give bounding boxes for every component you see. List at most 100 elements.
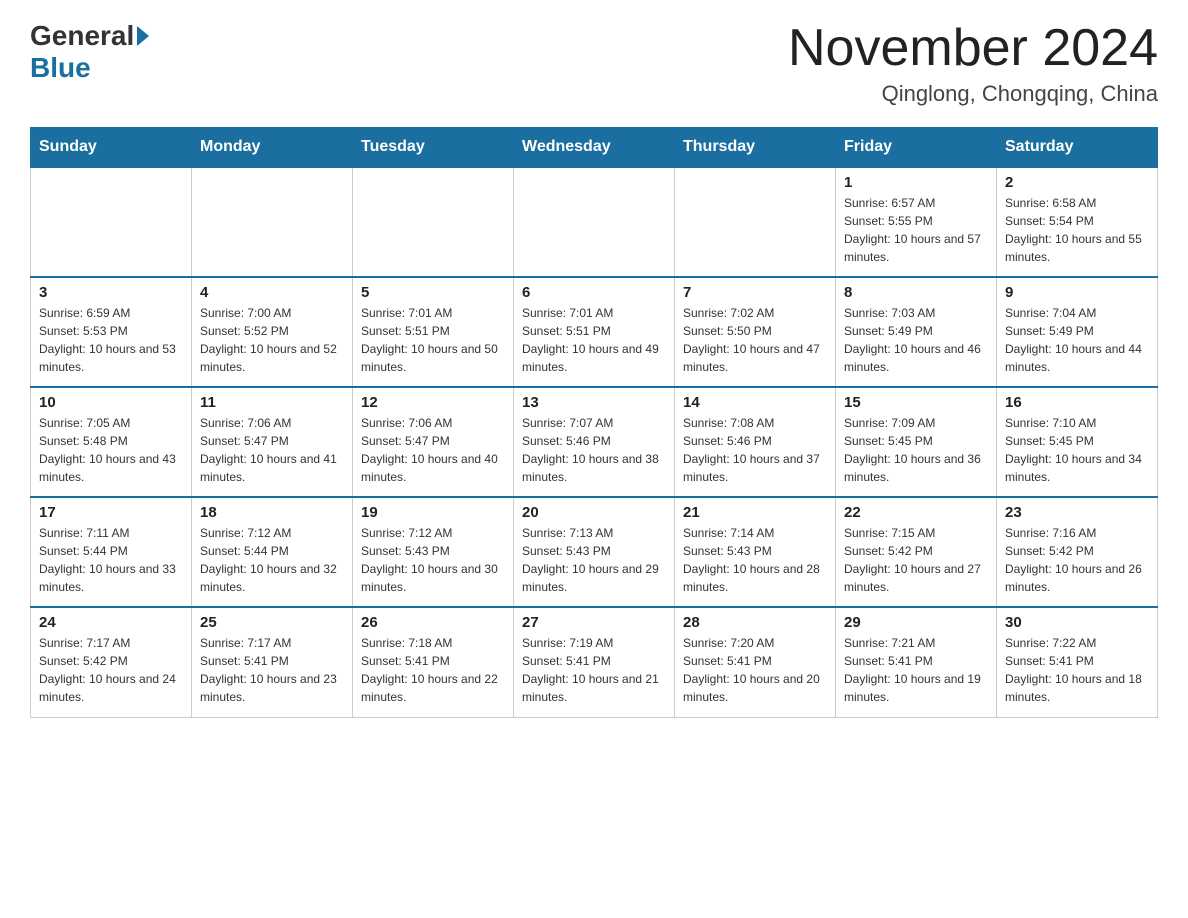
calendar-week-row: 10 Sunrise: 7:05 AMSunset: 5:48 PMDayligh… [31, 387, 1158, 497]
day-number: 29 [844, 614, 988, 631]
calendar-cell: 15 Sunrise: 7:09 AMSunset: 5:45 PMDayligh… [836, 387, 997, 497]
calendar-cell: 28 Sunrise: 7:20 AMSunset: 5:41 PMDayligh… [675, 607, 836, 717]
calendar-cell: 17 Sunrise: 7:11 AMSunset: 5:44 PMDayligh… [31, 497, 192, 607]
calendar-cell: 9Sunrise: 7:04 AMSunset: 5:49 PMDaylight… [997, 277, 1158, 387]
calendar-cell [31, 167, 192, 277]
day-info: Sunrise: 6:58 AMSunset: 5:54 PMDaylight:… [1005, 194, 1149, 266]
day-info: Sunrise: 7:22 AMSunset: 5:41 PMDaylight:… [1005, 634, 1149, 706]
day-number: 21 [683, 504, 827, 521]
day-info: Sunrise: 7:14 AMSunset: 5:43 PMDaylight:… [683, 524, 827, 596]
day-number: 25 [200, 614, 344, 631]
calendar-cell: 8 Sunrise: 7:03 AMSunset: 5:49 PMDaylight… [836, 277, 997, 387]
day-info: Sunrise: 7:17 AMSunset: 5:42 PMDaylight:… [39, 634, 183, 706]
day-info: Sunrise: 7:08 AMSunset: 5:46 PMDaylight:… [683, 414, 827, 486]
calendar-cell: 24 Sunrise: 7:17 AMSunset: 5:42 PMDayligh… [31, 607, 192, 717]
calendar-cell [192, 167, 353, 277]
day-info: Sunrise: 7:04 AMSunset: 5:49 PMDaylight:… [1005, 304, 1149, 376]
page-header: General Blue November 2024 Qinglong, Cho… [30, 20, 1158, 107]
day-number: 19 [361, 504, 505, 521]
calendar-cell: 20Sunrise: 7:13 AMSunset: 5:43 PMDayligh… [514, 497, 675, 607]
title-block: November 2024 Qinglong, Chongqing, China [788, 20, 1158, 107]
day-info: Sunrise: 7:18 AMSunset: 5:41 PMDaylight:… [361, 634, 505, 706]
day-info: Sunrise: 7:12 AMSunset: 5:44 PMDaylight:… [200, 524, 344, 596]
month-title: November 2024 [788, 20, 1158, 77]
day-number: 4 [200, 284, 344, 301]
calendar-cell: 22 Sunrise: 7:15 AMSunset: 5:42 PMDayligh… [836, 497, 997, 607]
day-number: 7 [683, 284, 827, 301]
calendar-cell: 5Sunrise: 7:01 AMSunset: 5:51 PMDaylight… [353, 277, 514, 387]
day-number: 28 [683, 614, 827, 631]
calendar-cell [353, 167, 514, 277]
calendar-cell: 26 Sunrise: 7:18 AMSunset: 5:41 PMDayligh… [353, 607, 514, 717]
calendar-cell: 6Sunrise: 7:01 AMSunset: 5:51 PMDaylight… [514, 277, 675, 387]
day-number: 18 [200, 504, 344, 521]
day-info: Sunrise: 7:06 AMSunset: 5:47 PMDaylight:… [361, 414, 505, 486]
logo-blue-text: Blue [30, 52, 91, 83]
day-number: 22 [844, 504, 988, 521]
day-number: 17 [39, 504, 183, 521]
day-number: 8 [844, 284, 988, 301]
day-info: Sunrise: 7:07 AMSunset: 5:46 PMDaylight:… [522, 414, 666, 486]
calendar-cell: 1Sunrise: 6:57 AMSunset: 5:55 PMDaylight… [836, 167, 997, 277]
day-number: 14 [683, 394, 827, 411]
day-number: 26 [361, 614, 505, 631]
day-info: Sunrise: 6:59 AMSunset: 5:53 PMDaylight:… [39, 304, 183, 376]
calendar-header-row: SundayMondayTuesdayWednesdayThursdayFrid… [31, 128, 1158, 168]
day-number: 12 [361, 394, 505, 411]
day-number: 11 [200, 394, 344, 411]
weekday-header-friday: Friday [836, 128, 997, 168]
calendar-cell: 2 Sunrise: 6:58 AMSunset: 5:54 PMDaylight… [997, 167, 1158, 277]
day-info: Sunrise: 7:03 AMSunset: 5:49 PMDaylight:… [844, 304, 988, 376]
day-info: Sunrise: 7:13 AMSunset: 5:43 PMDaylight:… [522, 524, 666, 596]
calendar-cell: 27 Sunrise: 7:19 AMSunset: 5:41 PMDayligh… [514, 607, 675, 717]
day-info: Sunrise: 7:19 AMSunset: 5:41 PMDaylight:… [522, 634, 666, 706]
calendar-cell: 21 Sunrise: 7:14 AMSunset: 5:43 PMDayligh… [675, 497, 836, 607]
day-info: Sunrise: 7:02 AMSunset: 5:50 PMDaylight:… [683, 304, 827, 376]
day-number: 27 [522, 614, 666, 631]
calendar-cell [514, 167, 675, 277]
day-number: 10 [39, 394, 183, 411]
weekday-header-monday: Monday [192, 128, 353, 168]
day-number: 30 [1005, 614, 1149, 631]
calendar-week-row: 24 Sunrise: 7:17 AMSunset: 5:42 PMDayligh… [31, 607, 1158, 717]
calendar-cell: 12 Sunrise: 7:06 AMSunset: 5:47 PMDayligh… [353, 387, 514, 497]
day-info: Sunrise: 7:09 AMSunset: 5:45 PMDaylight:… [844, 414, 988, 486]
day-info: Sunrise: 7:15 AMSunset: 5:42 PMDaylight:… [844, 524, 988, 596]
day-info: Sunrise: 6:57 AMSunset: 5:55 PMDaylight:… [844, 194, 988, 266]
day-number: 13 [522, 394, 666, 411]
day-info: Sunrise: 7:11 AMSunset: 5:44 PMDaylight:… [39, 524, 183, 596]
logo-triangle-icon [137, 26, 149, 46]
calendar-table: SundayMondayTuesdayWednesdayThursdayFrid… [30, 127, 1158, 718]
day-info: Sunrise: 7:06 AMSunset: 5:47 PMDaylight:… [200, 414, 344, 486]
day-number: 6 [522, 284, 666, 301]
weekday-header-tuesday: Tuesday [353, 128, 514, 168]
weekday-header-saturday: Saturday [997, 128, 1158, 168]
day-info: Sunrise: 7:12 AMSunset: 5:43 PMDaylight:… [361, 524, 505, 596]
day-info: Sunrise: 7:20 AMSunset: 5:41 PMDaylight:… [683, 634, 827, 706]
day-number: 24 [39, 614, 183, 631]
calendar-week-row: 1Sunrise: 6:57 AMSunset: 5:55 PMDaylight… [31, 167, 1158, 277]
day-number: 2 [1005, 174, 1149, 191]
calendar-cell: 16 Sunrise: 7:10 AMSunset: 5:45 PMDayligh… [997, 387, 1158, 497]
day-number: 15 [844, 394, 988, 411]
logo-general-text: General [30, 20, 134, 52]
calendar-cell: 4 Sunrise: 7:00 AMSunset: 5:52 PMDaylight… [192, 277, 353, 387]
day-info: Sunrise: 7:17 AMSunset: 5:41 PMDaylight:… [200, 634, 344, 706]
weekday-header-wednesday: Wednesday [514, 128, 675, 168]
day-number: 5 [361, 284, 505, 301]
calendar-week-row: 3 Sunrise: 6:59 AMSunset: 5:53 PMDaylight… [31, 277, 1158, 387]
day-number: 16 [1005, 394, 1149, 411]
day-info: Sunrise: 7:05 AMSunset: 5:48 PMDaylight:… [39, 414, 183, 486]
calendar-cell: 3 Sunrise: 6:59 AMSunset: 5:53 PMDaylight… [31, 277, 192, 387]
day-number: 3 [39, 284, 183, 301]
day-info: Sunrise: 7:00 AMSunset: 5:52 PMDaylight:… [200, 304, 344, 376]
calendar-cell: 11 Sunrise: 7:06 AMSunset: 5:47 PMDayligh… [192, 387, 353, 497]
calendar-cell: 30 Sunrise: 7:22 AMSunset: 5:41 PMDayligh… [997, 607, 1158, 717]
day-number: 23 [1005, 504, 1149, 521]
location-title: Qinglong, Chongqing, China [788, 81, 1158, 107]
day-info: Sunrise: 7:10 AMSunset: 5:45 PMDaylight:… [1005, 414, 1149, 486]
calendar-cell: 14 Sunrise: 7:08 AMSunset: 5:46 PMDayligh… [675, 387, 836, 497]
day-info: Sunrise: 7:16 AMSunset: 5:42 PMDaylight:… [1005, 524, 1149, 596]
calendar-cell: 10 Sunrise: 7:05 AMSunset: 5:48 PMDayligh… [31, 387, 192, 497]
calendar-cell: 29Sunrise: 7:21 AMSunset: 5:41 PMDayligh… [836, 607, 997, 717]
